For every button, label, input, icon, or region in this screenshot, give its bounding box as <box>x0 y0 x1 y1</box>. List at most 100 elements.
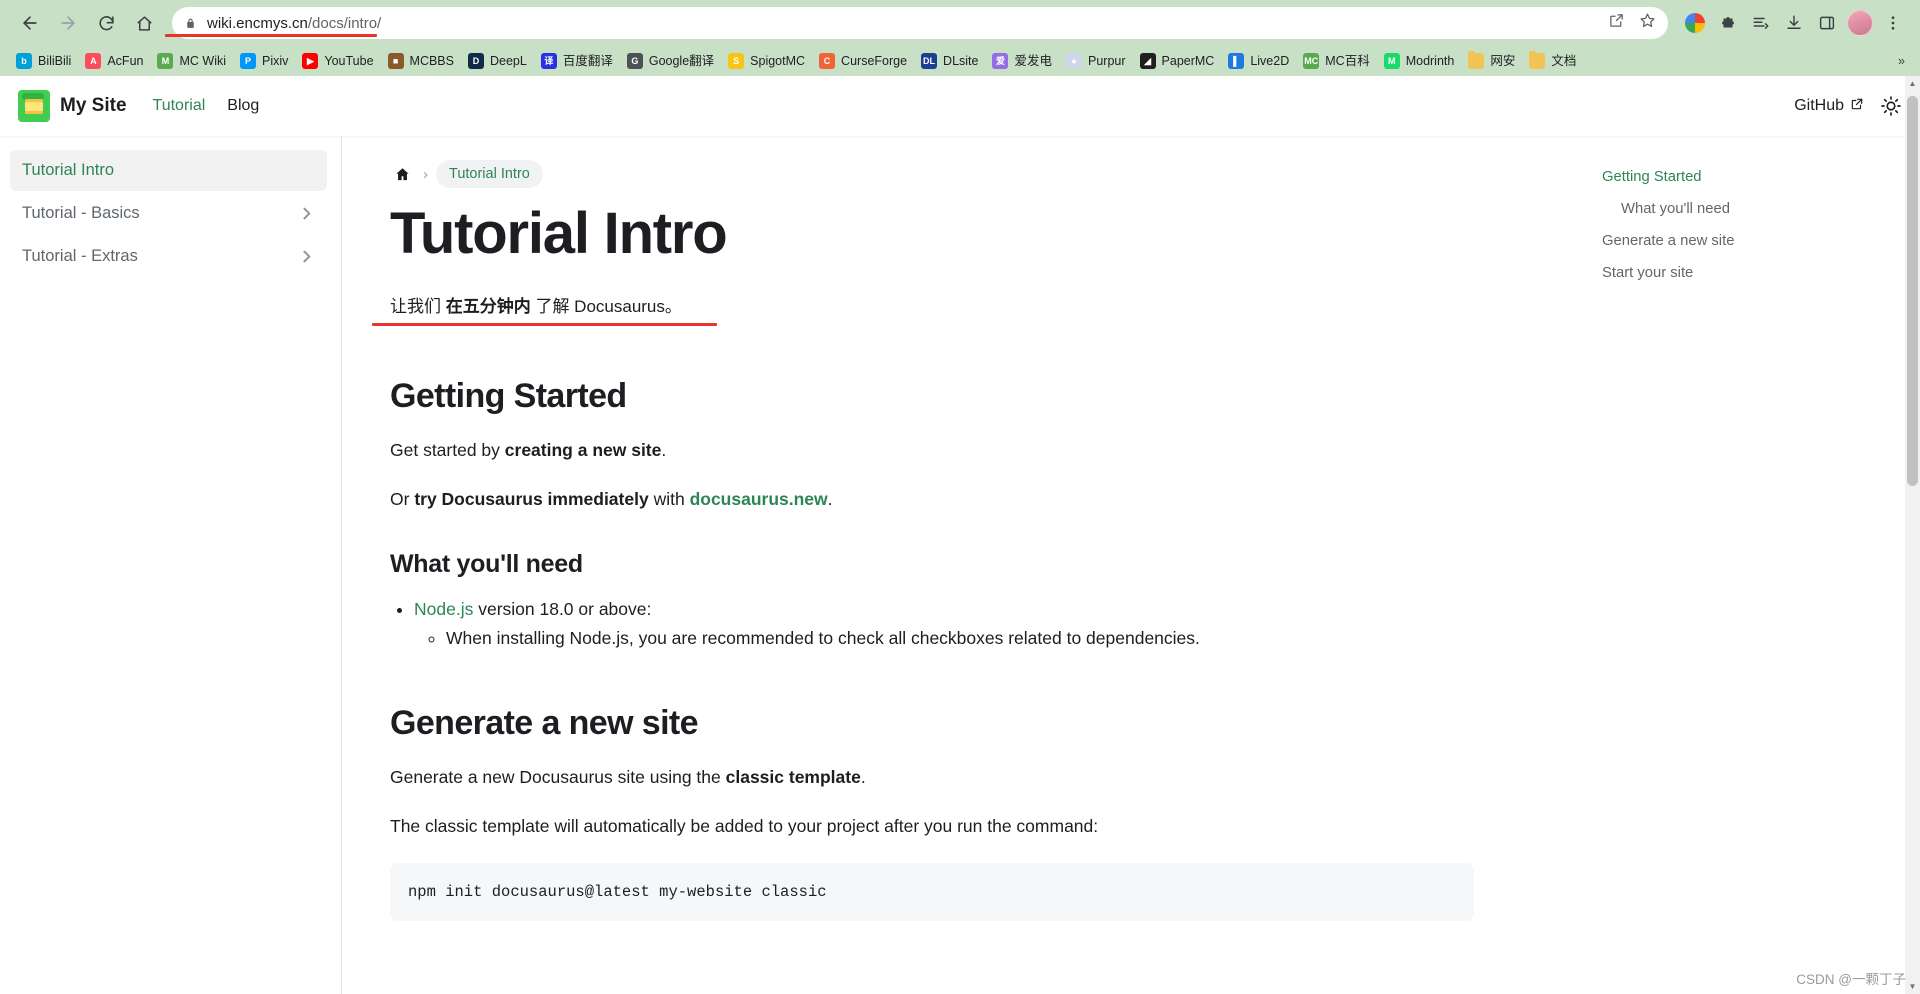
sidebar-item-label: Tutorial Intro <box>22 161 115 179</box>
bookmark-item[interactable]: G Google翻译 <box>620 50 721 72</box>
favicon-icon: G <box>626 53 643 69</box>
bookmark-item[interactable]: b BiliBili <box>9 50 78 72</box>
downloads-icon[interactable] <box>1779 8 1809 38</box>
bookmark-label: AcFun <box>107 54 144 68</box>
toc-item-generate-a-new-site[interactable]: Generate a new site <box>1602 226 1900 258</box>
link-nodejs[interactable]: Node.js <box>414 599 473 619</box>
p3-bold: classic template <box>725 767 861 788</box>
favicon-icon: DL <box>921 53 938 69</box>
bookmark-item[interactable]: S SpigotMC <box>721 50 812 72</box>
forward-button[interactable] <box>50 5 86 41</box>
bookmark-label: PaperMC <box>1161 54 1215 68</box>
bookmark-label: YouTube <box>324 54 374 68</box>
reload-button[interactable] <box>88 5 124 41</box>
link-docusaurus-new[interactable]: docusaurus.new <box>690 489 828 509</box>
favicon-icon: S <box>728 53 745 69</box>
breadcrumb: › Tutorial Intro <box>390 160 1474 188</box>
address-bar-url: wiki.encmys.cn/docs/intro/ <box>207 14 382 32</box>
p2-bold: try Docusaurus immediately <box>414 488 649 509</box>
bookmarks-bar: b BiliBili A AcFun M MC Wiki P Pixiv ▶ YouTube ■ MC… <box>0 46 1920 76</box>
toc-item-what-you-ll-need[interactable]: What you'll need <box>1602 194 1900 226</box>
doc-sidebar: Tutorial Intro Tutorial - Basics Tutorial … <box>0 136 342 994</box>
doc-lead-bold: 在五分钟内 <box>445 296 531 316</box>
sidebar-item-tutorial-intro[interactable]: Tutorial Intro <box>10 150 327 191</box>
requirements-list: Node.js version 18.0 or above: When inst… <box>414 595 1474 655</box>
heading-getting-started: Getting Started <box>390 376 627 415</box>
bookmark-item[interactable]: P Pixiv <box>233 50 295 72</box>
sidebar-item-tutorial-basics[interactable]: Tutorial - Basics <box>10 193 327 234</box>
breadcrumb-current[interactable]: Tutorial Intro <box>436 160 543 188</box>
favicon-icon: D <box>467 53 484 69</box>
site-nav-links: Tutorial Blog <box>153 97 260 115</box>
chevron-right-icon[interactable] <box>298 205 315 222</box>
list-item: When installing Node.js, you are recomme… <box>446 624 1474 654</box>
docusaurus-logo-icon <box>18 90 50 122</box>
bookmark-item[interactable]: ▌ Live2D <box>1221 50 1296 72</box>
bookmark-item[interactable]: ▶ YouTube <box>295 50 380 72</box>
bookmark-item[interactable]: DL DLsite <box>914 50 985 72</box>
bookmark-label: 文档 <box>1551 54 1577 68</box>
scroll-up-icon[interactable]: ▲ <box>1905 76 1920 91</box>
bookmark-item[interactable]: D DeepL <box>461 50 534 72</box>
folder-icon <box>1529 51 1546 69</box>
nav-link-blog[interactable]: Blog <box>227 97 259 115</box>
bookmark-label: Purpur <box>1088 54 1126 68</box>
bookmark-item[interactable]: ◢ PaperMC <box>1133 50 1222 72</box>
scroll-down-icon[interactable]: ▼ <box>1905 979 1920 994</box>
profile-avatar[interactable] <box>1845 8 1875 38</box>
toc-item-getting-started[interactable]: Getting Started <box>1602 162 1900 194</box>
bookmark-item[interactable]: 文档 <box>1522 50 1583 72</box>
share-icon[interactable] <box>1608 12 1625 34</box>
favicon-icon: ▌ <box>1228 53 1245 69</box>
bookmark-item[interactable]: A AcFun <box>78 50 150 72</box>
bookmark-label: MC百科 <box>1325 54 1370 68</box>
bookmark-item[interactable]: ● Purpur <box>1059 50 1133 72</box>
bookmark-item[interactable]: 爱爱发电 <box>985 50 1059 72</box>
bookmark-item[interactable]: M Modrinth <box>1377 50 1462 72</box>
nav-link-tutorial[interactable]: Tutorial <box>153 97 206 115</box>
sidebar-item-label: Tutorial - Extras <box>22 247 138 265</box>
github-label: GitHub <box>1794 97 1844 114</box>
site-brand[interactable]: My Site <box>18 90 127 122</box>
kebab-menu-icon[interactable] <box>1878 8 1908 38</box>
breadcrumb-home-icon[interactable] <box>390 162 415 187</box>
forward-arrow-icon <box>58 13 78 33</box>
p2-post: . <box>827 488 833 509</box>
page-scrollbar[interactable]: ▲ ▼ <box>1905 76 1920 994</box>
browser-extension-icons <box>1680 8 1908 38</box>
scrollbar-thumb[interactable] <box>1907 96 1918 486</box>
bookmark-item[interactable]: ■ MCBBS <box>381 50 461 72</box>
requirements-sublist: When installing Node.js, you are recomme… <box>446 624 1474 654</box>
favicon-icon: 爱 <box>992 53 1009 69</box>
p3-post: . <box>860 767 866 788</box>
chevron-right-icon[interactable] <box>298 248 315 265</box>
bookmark-label: DLsite <box>943 54 979 68</box>
star-icon[interactable] <box>1639 12 1656 34</box>
breadcrumb-separator: › <box>423 165 428 183</box>
extensions-puzzle-icon[interactable] <box>1713 8 1743 38</box>
side-panel-icon[interactable] <box>1812 8 1842 38</box>
theme-toggle-sun-icon[interactable] <box>1880 95 1902 117</box>
home-button[interactable] <box>126 5 162 41</box>
back-button[interactable] <box>12 5 48 41</box>
sidebar-item-tutorial-extras[interactable]: Tutorial - Extras <box>10 236 327 277</box>
bookmark-item[interactable]: MC MC百科 <box>1296 50 1376 72</box>
extension-colorful-icon[interactable] <box>1680 8 1710 38</box>
bookmark-label: Live2D <box>1250 54 1290 68</box>
favicon-icon: C <box>819 53 836 69</box>
address-bar[interactable]: wiki.encmys.cn/docs/intro/ <box>172 7 1668 39</box>
site-navbar: My Site Tutorial Blog GitHub <box>0 76 1920 136</box>
p2-mid: with <box>648 488 690 509</box>
favicon-icon: b <box>16 53 32 69</box>
bookmark-item[interactable]: 译百度翻译 <box>534 50 620 72</box>
bookmark-label: 爱发电 <box>1014 54 1052 68</box>
bookmarks-overflow-icon[interactable]: » <box>1892 51 1911 71</box>
bookmark-label: SpigotMC <box>750 54 806 68</box>
folder-icon <box>1468 51 1485 69</box>
bookmark-item[interactable]: C CurseForge <box>812 50 914 72</box>
bookmark-item[interactable]: 网安 <box>1461 50 1522 72</box>
toc-item-start-your-site[interactable]: Start your site <box>1602 258 1900 290</box>
nav-link-github[interactable]: GitHub <box>1794 97 1864 116</box>
reading-list-icon[interactable] <box>1746 8 1776 38</box>
bookmark-item[interactable]: M MC Wiki <box>150 50 233 72</box>
